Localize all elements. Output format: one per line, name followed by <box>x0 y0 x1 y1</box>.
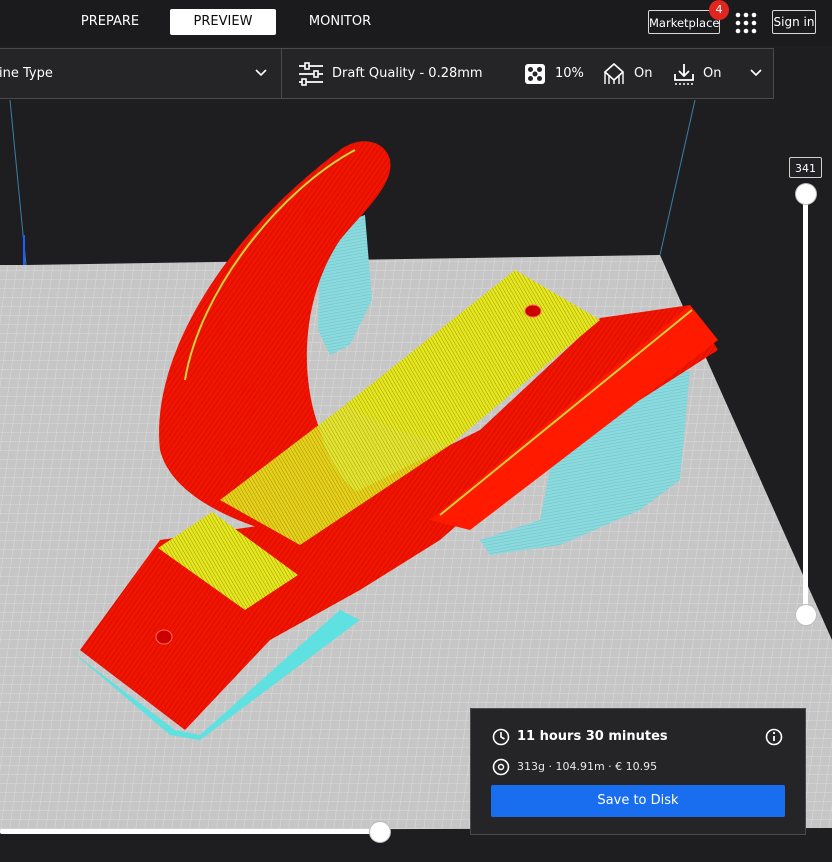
print-info-panel: 11 hours 30 minutes 313g · 104.91m · € 1… <box>470 708 806 835</box>
mount-hole <box>524 304 542 318</box>
settings-sliders-icon <box>299 62 323 86</box>
layer-slider-bottom-handle[interactable] <box>796 605 816 625</box>
chevron-down-icon[interactable] <box>255 68 267 78</box>
layer-slider-track[interactable] <box>803 192 808 616</box>
stage-bar: PREPARE PREVIEW MONITOR Marketplace 4 Si… <box>0 0 832 46</box>
mount-hole <box>155 629 173 645</box>
tab-monitor[interactable]: MONITOR <box>296 9 384 35</box>
path-slider-track[interactable] <box>0 829 380 834</box>
apps-grid-icon[interactable] <box>735 12 757 34</box>
layer-slider-top-handle[interactable] <box>796 184 816 204</box>
material-summary: 313g · 104.91m · € 10.95 <box>517 760 658 773</box>
path-slider-handle[interactable] <box>370 822 390 842</box>
print-time: 11 hours 30 minutes <box>517 729 668 744</box>
infill-icon <box>525 64 545 84</box>
support-icon <box>603 62 625 84</box>
save-to-disk-button[interactable]: Save to Disk <box>491 785 785 817</box>
build-volume-edge <box>659 100 696 256</box>
view-type-panel[interactable]: ine Type <box>0 48 282 99</box>
spool-icon <box>492 758 510 776</box>
info-icon[interactable] <box>765 728 783 746</box>
adhesion-icon <box>674 64 694 85</box>
signin-button[interactable]: Sign in <box>772 10 816 34</box>
infill-value: 10% <box>555 66 584 81</box>
tab-prepare[interactable]: PREPARE <box>70 9 150 35</box>
profile-label: Draft Quality - 0.28mm <box>332 66 483 81</box>
tab-preview[interactable]: PREVIEW <box>170 9 276 35</box>
view-type-label: ine Type <box>0 66 53 81</box>
adhesion-value: On <box>703 66 722 81</box>
clock-icon <box>492 728 510 746</box>
marketplace-badge: 4 <box>709 0 729 20</box>
support-value: On <box>634 66 653 81</box>
print-settings-panel[interactable]: Draft Quality - 0.28mm 10% On On <box>281 48 774 99</box>
chevron-down-icon[interactable] <box>750 68 762 78</box>
layer-number[interactable]: 341 <box>789 157 822 178</box>
